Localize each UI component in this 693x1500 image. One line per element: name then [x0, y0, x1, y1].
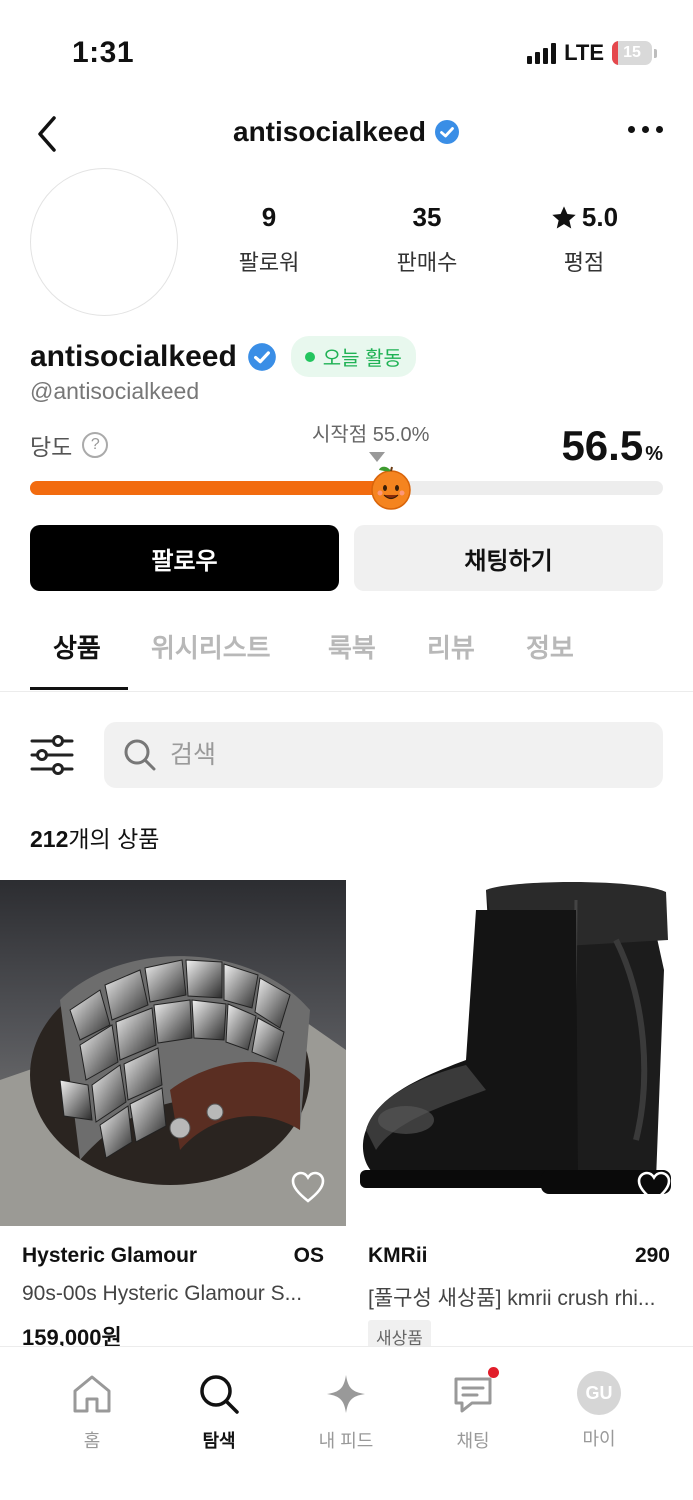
product-title: [풀구성 새상품] kmrii crush rhi... — [368, 1287, 656, 1310]
network-label: LTE — [564, 40, 604, 65]
stat-rating-label: 평점 — [563, 250, 605, 275]
stat-rating[interactable]: 5.0 평점 — [524, 202, 644, 277]
status-time: 1:31 — [72, 36, 135, 69]
status-indicators: LTE 15 — [527, 40, 657, 66]
nav-home[interactable]: 홈 — [37, 1371, 147, 1453]
sparkle-icon — [327, 1375, 365, 1413]
nav-explore-label: 탐색 — [202, 1431, 236, 1451]
stat-followers-value: 9 — [261, 202, 277, 232]
tab-products[interactable]: 상품 — [53, 628, 101, 665]
dangdo-label-row: 당도 ? — [30, 428, 109, 462]
product-size: OS — [293, 1244, 324, 1267]
chat-icon — [454, 1377, 492, 1413]
nav-my[interactable]: GU 마이 — [544, 1371, 654, 1451]
stat-followers-label: 팔로워 — [238, 250, 300, 275]
verified-badge-icon — [247, 342, 276, 371]
status-bar: 1:31 LTE 15 — [0, 0, 693, 100]
dangdo-score: 56.5 % — [561, 422, 663, 470]
product-brand: Hysteric Glamour — [22, 1244, 198, 1267]
search-icon — [124, 739, 156, 771]
product-card[interactable]: Hysteric Glamour OS 90s-00s Hysteric Gla… — [0, 880, 346, 1352]
notification-dot — [488, 1367, 499, 1378]
signal-icon — [527, 42, 557, 64]
wishlist-heart-icon[interactable] — [636, 1170, 672, 1204]
search-icon — [200, 1375, 239, 1414]
dangdo-score-unit: % — [645, 443, 663, 465]
active-dot-icon — [304, 351, 315, 362]
search-input[interactable] — [170, 740, 610, 770]
page-title: antisocialkeed — [0, 116, 693, 148]
battery-icon: 15 — [612, 41, 657, 65]
active-today-badge: 오늘 활동 — [290, 336, 416, 377]
page-title-text: antisocialkeed — [233, 116, 426, 147]
stat-rating-value: 5.0 — [581, 202, 619, 232]
product-title: 90s-00s Hysteric Glamour S... — [22, 1282, 303, 1305]
product-size: 290 — [634, 1244, 670, 1267]
orange-mascot-icon — [371, 466, 411, 510]
active-today-label: 오늘 활동 — [322, 348, 402, 370]
profile-name-row: antisocialkeed 오늘 활동 — [30, 336, 416, 377]
start-point-marker — [369, 452, 385, 462]
product-count-suffix: 개의 상품 — [68, 826, 160, 852]
start-point-label: 시작점 55.0% — [312, 424, 430, 446]
stat-followers[interactable]: 9 팔로워 — [209, 202, 329, 277]
follow-button[interactable]: 팔로우 — [30, 525, 339, 591]
dangdo-score-value: 56.5 — [561, 422, 644, 469]
nav-home-label: 홈 — [83, 1431, 101, 1451]
dangdo-label: 당도 — [30, 434, 73, 460]
profile-name: antisocialkeed — [30, 339, 237, 373]
stat-sales[interactable]: 35 판매수 — [367, 202, 487, 277]
profile-handle: @antisocialkeed — [30, 378, 200, 404]
nav-explore[interactable]: 탐색 — [164, 1371, 274, 1453]
battery-level: 15 — [623, 44, 641, 61]
wishlist-heart-icon[interactable] — [290, 1170, 326, 1204]
tab-wishlist[interactable]: 위시리스트 — [151, 628, 271, 665]
my-avatar: GU — [577, 1371, 621, 1415]
top-bar: antisocialkeed — [0, 100, 693, 168]
product-image-boots[interactable] — [346, 880, 692, 1226]
tab-reviews[interactable]: 리뷰 — [427, 628, 475, 665]
product-count: 212개의 상품 — [30, 820, 159, 854]
profile-tabs: 상품 위시리스트 룩북 리뷰 정보 — [0, 600, 693, 692]
search-bar[interactable] — [104, 722, 663, 788]
home-icon — [73, 1375, 111, 1413]
nav-chat-label: 채팅 — [456, 1431, 490, 1451]
product-brand: KMRii — [368, 1244, 428, 1267]
verified-badge-icon — [434, 120, 459, 144]
more-options-icon[interactable] — [628, 126, 663, 133]
dangdo-progress-fill — [30, 481, 388, 495]
product-image-bracelet[interactable] — [0, 880, 346, 1226]
dangdo-progress-bar — [30, 481, 663, 495]
star-icon — [552, 205, 576, 228]
nav-chat[interactable]: 채팅 — [418, 1367, 528, 1453]
filter-icon[interactable] — [28, 734, 76, 776]
nav-my-feed[interactable]: 내 피드 — [291, 1371, 401, 1453]
stat-sales-label: 판매수 — [396, 250, 458, 275]
profile-avatar — [30, 168, 178, 316]
stat-sales-value: 35 — [412, 202, 442, 232]
product-count-number: 212 — [30, 826, 69, 852]
product-card[interactable]: KMRii 290 [풀구성 새상품] kmrii crush rhi... 새… — [346, 880, 692, 1353]
chat-button[interactable]: 채팅하기 — [354, 525, 663, 591]
help-icon[interactable]: ? — [82, 432, 109, 458]
bottom-navigation: 홈 탐색 내 피드 채팅 GU 마이 — [0, 1346, 693, 1500]
active-tab-indicator — [30, 687, 128, 690]
nav-my-feed-label: 내 피드 — [318, 1431, 374, 1451]
tab-lookbook[interactable]: 룩북 — [328, 628, 376, 665]
tab-info[interactable]: 정보 — [526, 628, 574, 665]
nav-my-label: 마이 — [582, 1429, 616, 1449]
